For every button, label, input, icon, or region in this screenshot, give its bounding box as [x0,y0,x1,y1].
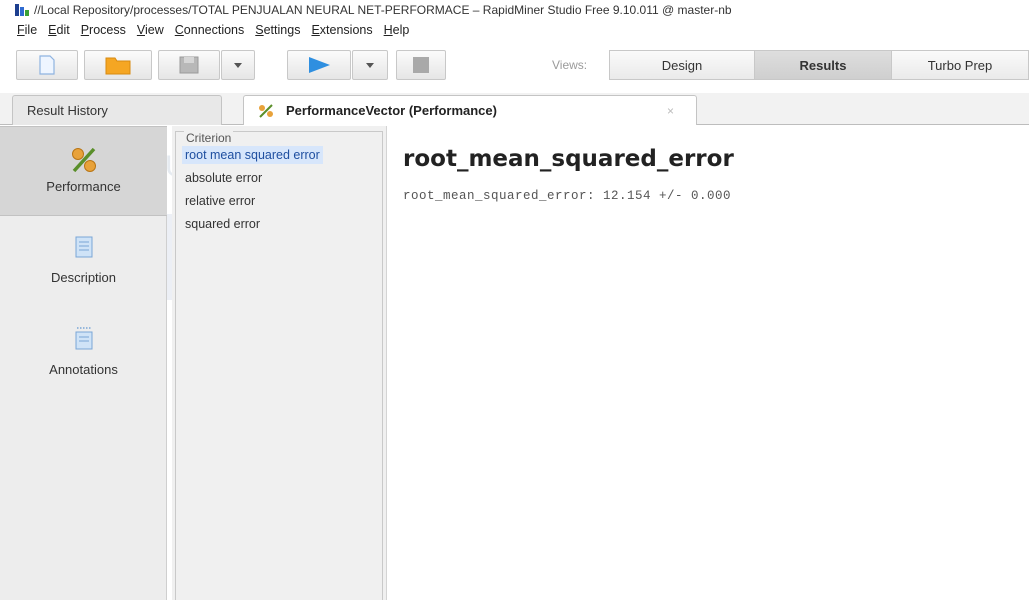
view-results-button[interactable]: Results [754,50,892,80]
result-view-sidebar: Performance Description Annotations [0,126,167,600]
sidebar-item-label: Annotations [49,362,118,377]
criterion-legend: Criterion [184,131,234,145]
stop-icon [413,57,429,73]
menu-file[interactable]: File [17,23,37,37]
tab-performance-vector-label: PerformanceVector (Performance) [286,103,497,118]
new-process-button[interactable] [16,50,78,80]
save-process-button[interactable] [158,50,220,80]
result-tabstrip: Result History PerformanceVector (Perfor… [0,93,1029,125]
annotations-icon [75,327,92,350]
tab-result-history-label: Result History [27,103,108,118]
tab-performance-vector[interactable]: PerformanceVector (Performance) × [243,95,697,125]
tab-result-history[interactable]: Result History [12,95,222,125]
save-icon [179,56,199,74]
rapidminer-logo-icon [15,3,30,16]
metric-title: root_mean_squared_error [403,146,734,172]
run-dropdown-button[interactable] [352,50,388,80]
sidebar-item-label: Performance [46,179,121,194]
window-title: //Local Repository/processes/TOTAL PENJU… [34,2,732,17]
main-toolbar: Views: Design Results Turbo Prep [0,50,1029,80]
menu-connections[interactable]: Connections [175,23,245,37]
sidebar-item-performance[interactable]: Performance [0,126,167,216]
window-titlebar: //Local Repository/processes/TOTAL PENJU… [0,0,1029,19]
menu-view[interactable]: View [137,23,164,37]
metric-value: root_mean_squared_error: 12.154 +/- 0.00… [403,189,732,203]
stop-process-button[interactable] [396,50,446,80]
criterion-panel: Criterion root mean squared error absolu… [172,126,387,600]
percent-icon [259,103,273,118]
criterion-item-absolute-error[interactable]: absolute error [182,169,265,187]
criterion-item-rmse[interactable]: root mean squared error [182,146,323,164]
sidebar-item-annotations[interactable]: Annotations [0,326,167,388]
play-icon [309,57,330,73]
performance-result-panel: root_mean_squared_error root_mean_square… [388,126,1029,600]
chevron-down-icon [234,62,242,68]
menu-edit[interactable]: Edit [48,23,70,37]
menu-process[interactable]: Process [81,23,126,37]
open-process-button[interactable] [84,50,152,80]
chevron-down-icon [366,62,374,68]
criterion-item-squared-error[interactable]: squared error [182,215,263,233]
view-turbo-prep-button[interactable]: Turbo Prep [891,50,1029,80]
new-document-icon [39,55,55,75]
percent-icon [71,147,96,173]
criterion-group: Criterion root mean squared error absolu… [175,131,383,600]
menu-bar: File Edit Process View Connections Setti… [0,20,1029,40]
criterion-item-relative-error[interactable]: relative error [182,192,258,210]
menu-extensions[interactable]: Extensions [311,23,372,37]
close-icon[interactable]: × [667,104,674,118]
views-label: Views: [552,58,588,72]
menu-help[interactable]: Help [384,23,410,37]
document-icon [75,236,92,258]
menu-settings[interactable]: Settings [255,23,300,37]
sidebar-item-description[interactable]: Description [0,236,167,298]
run-process-button[interactable] [287,50,351,80]
view-design-button[interactable]: Design [609,50,755,80]
sidebar-item-label: Description [50,270,117,285]
folder-icon [105,57,131,75]
save-dropdown-button[interactable] [221,50,255,80]
